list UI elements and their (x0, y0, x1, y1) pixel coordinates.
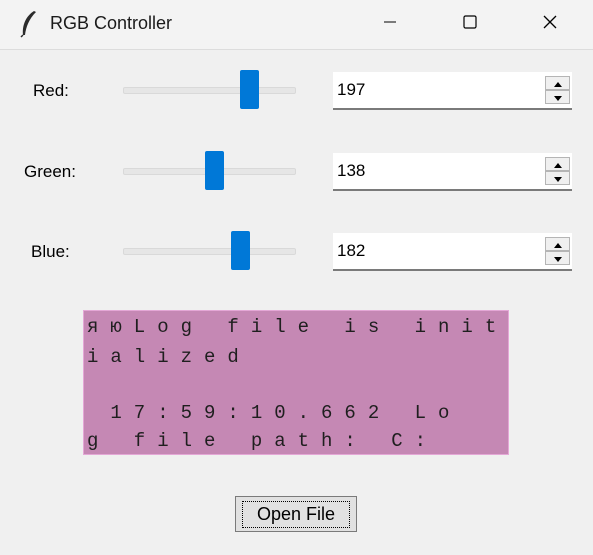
log-line: 17:59:10.662 Lo (87, 402, 462, 424)
blue-value-input[interactable]: 182 (337, 241, 365, 261)
arrow-down-icon (553, 169, 562, 187)
open-file-button[interactable]: Open File (235, 496, 357, 532)
window-title: RGB Controller (50, 13, 173, 33)
open-file-label: Open File (241, 500, 351, 528)
title-bar: RGB Controller (0, 0, 593, 50)
red-decrement-button[interactable] (545, 90, 570, 104)
blue-label: Blue: (31, 242, 70, 261)
blue-slider-track[interactable] (123, 248, 296, 255)
green-label: Green: (24, 162, 76, 181)
green-value-input[interactable]: 138 (337, 161, 365, 181)
maximize-button[interactable] (440, 0, 500, 49)
minimize-button[interactable] (360, 0, 420, 49)
red-slider-track[interactable] (123, 87, 296, 94)
close-icon (542, 14, 558, 35)
log-line: яюLog file is init (87, 316, 509, 338)
arrow-down-icon (553, 249, 562, 267)
blue-spinbox[interactable]: 182 (333, 233, 572, 271)
log-textarea[interactable]: яюLog file is init ialized 17:59:10.662 … (83, 310, 509, 455)
red-label: Red: (33, 81, 69, 100)
log-line: ialized (87, 346, 251, 368)
red-slider-thumb[interactable] (240, 70, 259, 109)
red-spinbox[interactable]: 197 (333, 72, 572, 110)
feather-icon (20, 10, 38, 38)
close-button[interactable] (520, 0, 580, 49)
green-decrement-button[interactable] (545, 171, 570, 185)
maximize-icon (463, 15, 477, 34)
log-line: g file path: C: (87, 430, 439, 452)
arrow-down-icon (553, 88, 562, 106)
minimize-icon (383, 15, 397, 34)
blue-slider-thumb[interactable] (231, 231, 250, 270)
green-spinbox[interactable]: 138 (333, 153, 572, 191)
red-value-input[interactable]: 197 (337, 80, 365, 100)
green-slider-thumb[interactable] (205, 151, 224, 190)
blue-decrement-button[interactable] (545, 251, 570, 265)
